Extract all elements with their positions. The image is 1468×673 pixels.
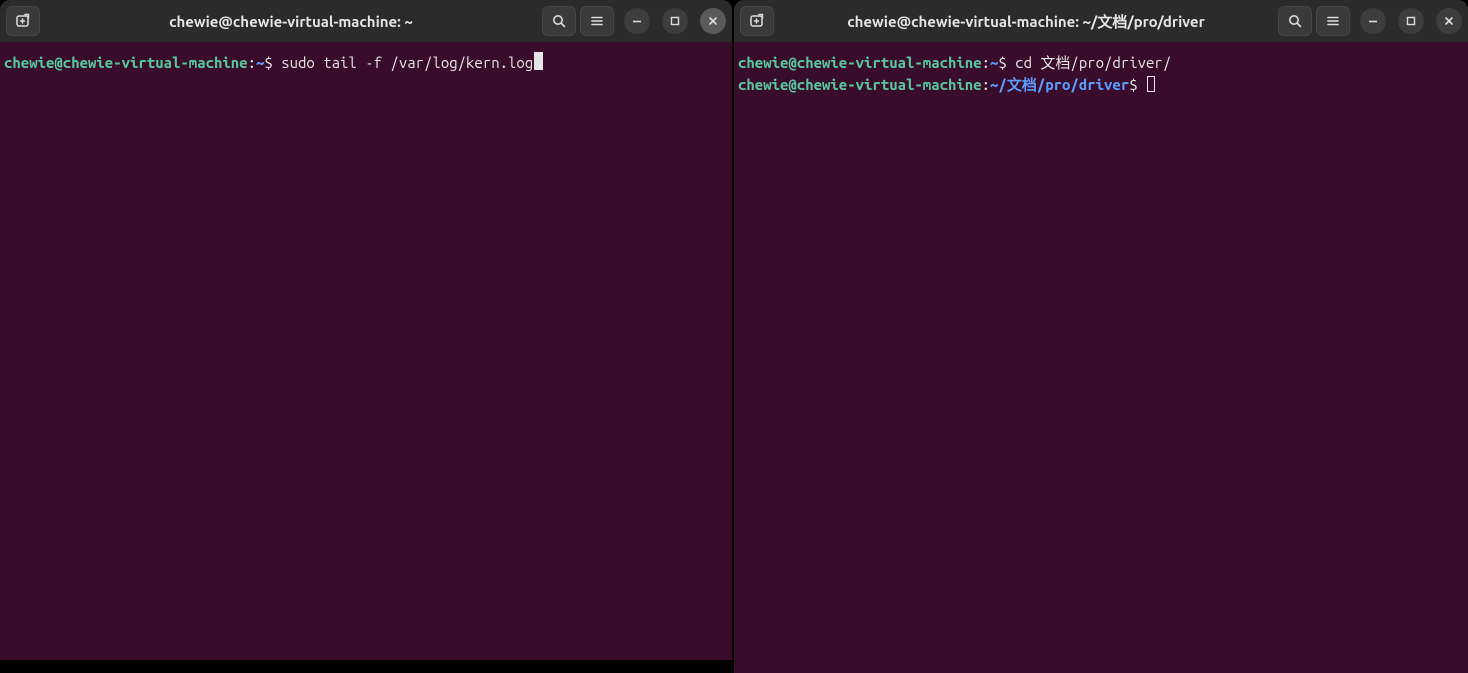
maximize-button[interactable] [662,8,688,34]
minimize-icon [1367,15,1379,27]
close-button[interactable] [1436,8,1462,34]
window-controls-left [624,8,726,34]
desktop: chewie@chewie-virtual-machine: ~ [0,0,1468,673]
window-controls-right [1360,8,1462,34]
minimize-button[interactable] [624,8,650,34]
prompt-separator: : [982,76,990,93]
search-button[interactable] [1278,6,1312,36]
prompt-userhost: chewie@chewie-virtual-machine [4,54,248,71]
minimize-icon [631,15,643,27]
maximize-icon [669,15,681,27]
menu-button[interactable] [1316,6,1350,36]
terminal-body-left[interactable]: chewie@chewie-virtual-machine:~$ sudo ta… [0,42,732,660]
window-title-left: chewie@chewie-virtual-machine: ~ [44,13,538,30]
maximize-button[interactable] [1398,8,1424,34]
titlebar-left[interactable]: chewie@chewie-virtual-machine: ~ [0,0,732,42]
terminal-line: chewie@chewie-virtual-machine:~$ sudo ta… [4,52,728,74]
command-text: cd 文档/pro/driver/ [1015,54,1171,71]
search-icon [1287,13,1303,29]
prompt-userhost: chewie@chewie-virtual-machine [738,76,982,93]
titlebar-right[interactable]: chewie@chewie-virtual-machine: ~/文档/pro/… [734,0,1468,42]
maximize-icon [1405,15,1417,27]
prompt-userhost: chewie@chewie-virtual-machine [738,54,982,71]
close-button[interactable] [700,8,726,34]
terminal-body-right[interactable]: chewie@chewie-virtual-machine:~$ cd 文档/p… [734,42,1468,673]
terminal-line: chewie@chewie-virtual-machine:~/文档/pro/d… [738,74,1464,96]
cursor [534,52,543,70]
hamburger-icon [589,13,605,29]
new-tab-icon [15,13,31,29]
hamburger-icon [1325,13,1341,29]
prompt-path: ~/文档/pro/driver [990,76,1129,93]
close-icon [1443,15,1455,27]
terminal-line: chewie@chewie-virtual-machine:~$ cd 文档/p… [738,52,1464,74]
minimize-button[interactable] [1360,8,1386,34]
window-title-right: chewie@chewie-virtual-machine: ~/文档/pro/… [778,11,1274,32]
prompt-dollar: $ [1129,76,1146,93]
cursor [1147,76,1155,92]
close-icon [707,15,719,27]
search-icon [551,13,567,29]
prompt-separator: : [982,54,990,71]
search-button[interactable] [542,6,576,36]
prompt-dollar: $ [998,54,1015,71]
terminal-window-left: chewie@chewie-virtual-machine: ~ [0,0,732,660]
prompt-separator: : [248,54,256,71]
terminal-window-right: chewie@chewie-virtual-machine: ~/文档/pro/… [734,0,1468,673]
command-text: sudo tail -f /var/log/kern.log [281,54,533,71]
new-tab-button[interactable] [6,6,40,36]
new-tab-icon [749,13,765,29]
prompt-dollar: $ [264,54,281,71]
new-tab-button[interactable] [740,6,774,36]
menu-button[interactable] [580,6,614,36]
